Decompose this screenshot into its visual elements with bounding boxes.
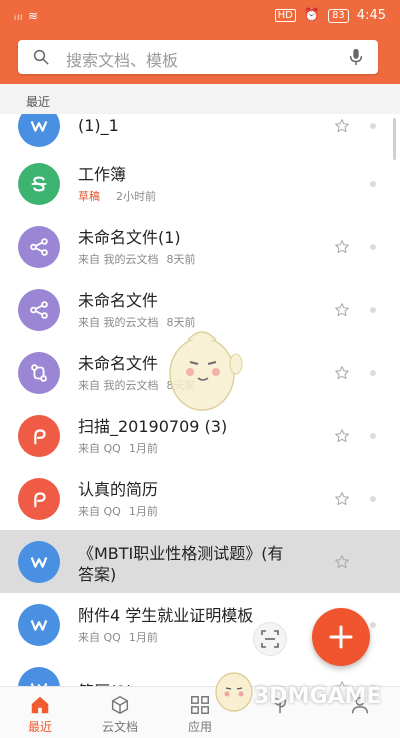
file-title: 简历(1)	[78, 678, 133, 686]
scan-icon	[261, 630, 279, 648]
more-options-dot[interactable]	[370, 559, 376, 565]
more-options-dot[interactable]	[370, 244, 376, 250]
more-options-dot[interactable]	[370, 307, 376, 313]
file-meta: 草稿 2小时前	[78, 188, 156, 204]
share-icon	[18, 289, 60, 331]
plus-icon	[329, 625, 353, 649]
more-options-dot[interactable]	[370, 370, 376, 376]
file-title-line2: 答案)	[78, 565, 117, 584]
star-icon[interactable]	[334, 491, 350, 507]
flow-icon	[18, 352, 60, 394]
search-placeholder[interactable]: 搜索文档、模板	[66, 47, 178, 71]
file-time: 1月前	[128, 505, 158, 518]
search-bar[interactable]: 搜索文档、模板	[18, 40, 378, 74]
section-label: 最近	[26, 95, 51, 109]
file-row[interactable]: 未命名文件(1) 来自 我的云文档 8天前	[0, 215, 400, 278]
file-meta: 来自 QQ 1月前	[78, 629, 158, 645]
watermark-mascot-icon	[215, 672, 253, 712]
file-source: 来自 我的云文档	[78, 316, 159, 329]
status-bar: ᵢₗₗ ≋ HD ⏰ 83 4:45	[0, 0, 400, 34]
file-title: 扫描_20190709 (3)	[78, 417, 228, 436]
watermark-text: 3DMGAME	[254, 684, 382, 709]
more-options-dot[interactable]	[370, 496, 376, 502]
file-source: 来自 QQ	[78, 631, 121, 644]
recent-section-header: 最近	[0, 84, 400, 114]
nav-tab-label: 最近	[27, 720, 52, 734]
file-meta: 来自 QQ 1月前	[78, 503, 158, 519]
watermark: 3DMGAME	[212, 660, 400, 720]
file-time: 1月前	[128, 442, 158, 455]
more-options-dot[interactable]	[370, 181, 376, 187]
app-header: 搜索文档、模板	[0, 34, 400, 84]
star-icon[interactable]	[334, 428, 350, 444]
sheet-icon	[18, 163, 60, 205]
wifi-icon: ≋	[27, 9, 40, 23]
file-row[interactable]: 认真的简历来自 QQ 1月前	[0, 467, 400, 530]
word-icon	[18, 114, 60, 147]
search-icon	[33, 49, 49, 65]
draft-badge: 草稿	[78, 190, 100, 203]
star-icon[interactable]	[334, 365, 350, 381]
scrollbar[interactable]	[393, 118, 396, 160]
file-row[interactable]: (1)_1	[0, 114, 400, 157]
clock-time: 4:45	[356, 8, 386, 23]
signal-indicator: ᵢₗₗ ≋	[14, 9, 39, 23]
file-title: 未命名文件	[78, 291, 159, 310]
word-icon	[18, 541, 60, 583]
star-icon[interactable]	[334, 554, 350, 570]
file-source: 来自 QQ	[78, 442, 121, 455]
signal-icon: ᵢₗₗ	[14, 9, 24, 23]
alarm-icon: ⏰	[303, 8, 321, 23]
file-source: 来自 我的云文档	[78, 379, 159, 392]
share-icon	[18, 226, 60, 268]
nav-tab-cloud-box[interactable]: 云文档	[80, 687, 160, 738]
file-title: (1)_1	[78, 116, 119, 135]
file-meta: 来自 QQ 1月前	[78, 440, 158, 456]
file-source: 来自 QQ	[78, 505, 121, 518]
star-icon[interactable]	[334, 302, 350, 318]
nav-tab-home[interactable]: 最近	[0, 687, 80, 738]
hd-badge: HD	[274, 9, 296, 22]
mascot-sticker	[169, 331, 243, 411]
battery-indicator: 83	[328, 8, 349, 23]
more-options-dot[interactable]	[370, 622, 376, 628]
scan-button[interactable]	[253, 622, 287, 656]
more-options-dot[interactable]	[370, 433, 376, 439]
word-icon	[18, 604, 60, 646]
file-meta: 来自 我的云文档 8天前	[78, 251, 196, 267]
star-icon[interactable]	[334, 239, 350, 255]
file-time: 2小时前	[116, 190, 156, 203]
microphone-icon[interactable]	[348, 48, 364, 66]
new-document-button[interactable]	[312, 608, 370, 666]
file-source: 来自 我的云文档	[78, 253, 159, 266]
file-time: 1月前	[128, 631, 158, 644]
file-row[interactable]: 工作簿草稿 2小时前	[0, 152, 400, 215]
nav-tab-label: 应用	[187, 720, 212, 734]
file-time: 8天前	[166, 253, 196, 266]
file-title: 附件4 学生就业证明模板	[78, 606, 254, 625]
file-title: 未命名文件(1)	[78, 228, 181, 247]
file-title: 工作簿	[78, 165, 127, 184]
nav-tab-label: 云文档	[101, 720, 138, 734]
file-row[interactable]: 《MBTI职业性格测试题》(有 答案)	[0, 530, 400, 593]
file-title: 未命名文件	[78, 354, 159, 373]
pdf-icon	[18, 478, 60, 520]
pdf-icon	[18, 415, 60, 457]
more-options-dot[interactable]	[370, 123, 376, 129]
word-icon	[18, 667, 60, 686]
file-title: 认真的简历	[78, 480, 159, 499]
star-icon[interactable]	[334, 118, 350, 134]
